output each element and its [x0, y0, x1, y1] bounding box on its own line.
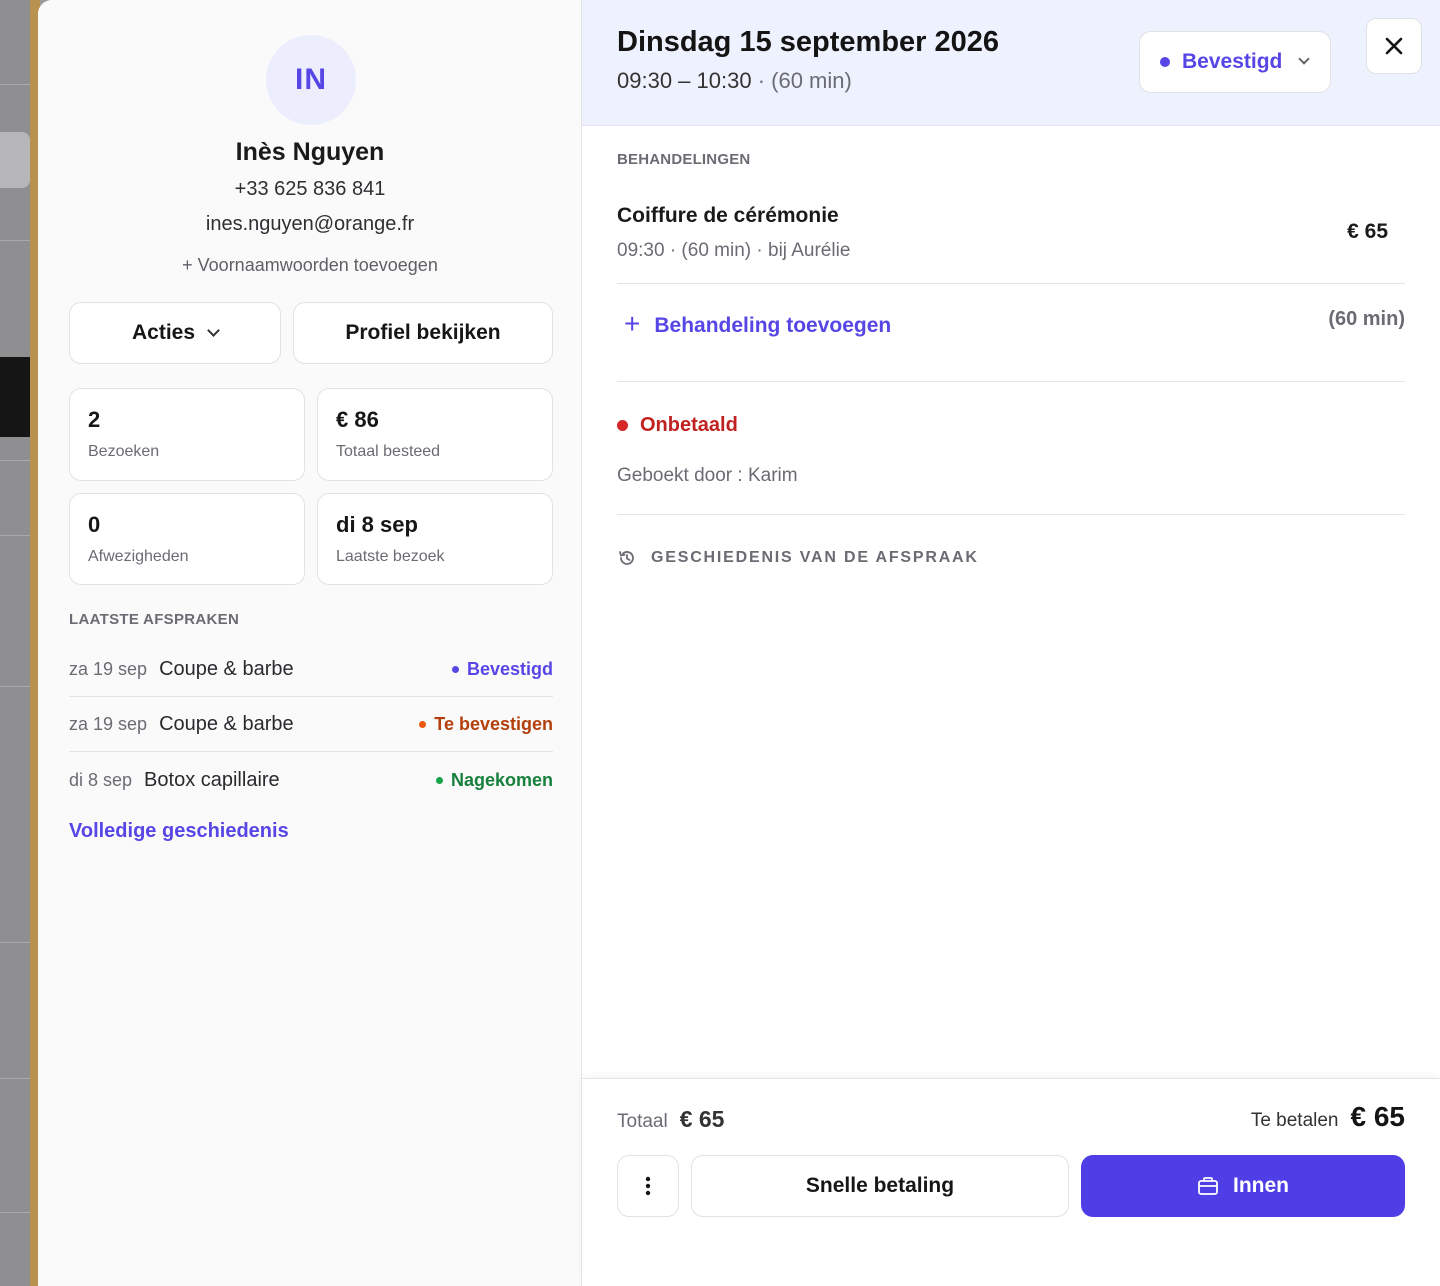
payment-status: Onbetaald — [617, 414, 738, 437]
status-badge: Nagekomen — [435, 769, 553, 791]
quick-payment-button[interactable]: Snelle betaling — [691, 1155, 1069, 1217]
status-dot-icon — [1160, 57, 1170, 67]
client-phone: +33 625 836 841 — [234, 178, 386, 200]
stat-visits: 2 Bezoeken — [69, 388, 305, 481]
recent-appointments-title: LAATSTE AFSPRAKEN — [69, 611, 240, 628]
actions-label: Acties — [131, 321, 196, 344]
total-label: Totaal — [617, 1111, 668, 1132]
appointment-time: 09:30 – 10:30 · (60 min) — [617, 68, 852, 94]
add-treatment-label: Behandeling toevoegen — [654, 313, 892, 337]
treatment-name: Coiffure de cérémonie — [617, 204, 839, 227]
collect-button[interactable]: Innen — [1081, 1155, 1405, 1217]
client-panel: IN Inès Nguyen +33 625 836 841 ines.nguy… — [38, 0, 582, 1286]
appointment-date: za 19 sep — [69, 714, 148, 734]
total: Totaal € 65 — [617, 1106, 724, 1133]
appointment-service: Botox capillaire — [144, 768, 280, 791]
avatar: IN — [266, 35, 356, 125]
view-profile-button[interactable]: Profiel bekijken — [293, 302, 553, 364]
appointment-date-title: Dinsdag 15 september 2026 — [617, 26, 1000, 58]
appointment-drawer: IN Inès Nguyen +33 625 836 841 ines.nguy… — [38, 0, 1440, 1286]
stat-label: Afwezigheden — [88, 548, 189, 565]
appointment-date: za 19 sep — [69, 659, 148, 679]
treatment-meta: 09:30 · (60 min) · bij Aurélie — [617, 240, 851, 261]
status-dropdown-label: Bevestigd — [1182, 50, 1283, 73]
chevron-down-icon — [207, 323, 220, 337]
stat-label: Bezoeken — [88, 443, 160, 460]
background-app — [0, 0, 40, 1286]
treatment-price: € 65 — [1347, 220, 1388, 243]
stat-value: € 86 — [336, 407, 379, 432]
amount-due-value: € 65 — [1350, 1101, 1406, 1132]
quick-payment-label: Snelle betaling — [805, 1174, 955, 1197]
collect-label: Innen — [1233, 1174, 1289, 1197]
payment-status-text: Onbetaald — [640, 414, 738, 436]
time-range: 09:30 – 10:30 — [617, 68, 752, 93]
appointment-service: Coupe & barbe — [159, 658, 294, 680]
treatments-title: BEHANDELINGEN — [617, 151, 751, 168]
appointment-header: Dinsdag 15 september 2026 09:30 – 10:30 … — [582, 0, 1440, 126]
stat-no-shows: 0 Afwezigheden — [69, 493, 305, 585]
close-icon — [1385, 37, 1403, 55]
register-icon — [1198, 1177, 1218, 1195]
list-item[interactable]: za 19 sep Coupe & barbe Bevestigd — [69, 643, 553, 697]
status-text: Nagekomen — [450, 769, 553, 790]
time-duration: · (60 min) — [757, 68, 852, 93]
appointment-service: Coupe & barbe — [159, 713, 294, 735]
close-button[interactable] — [1366, 18, 1422, 74]
amount-due: Te betalen € 65 — [1251, 1101, 1405, 1133]
payment-footer: Totaal € 65 Te betalen € 65 Snelle betal… — [582, 1078, 1440, 1286]
status-badge: Te bevestigen — [419, 714, 553, 735]
add-treatment-duration: (60 min) — [1328, 308, 1405, 330]
list-item[interactable]: di 8 sep Botox capillaire Nagekomen — [69, 753, 553, 807]
more-options-button[interactable] — [617, 1155, 679, 1217]
actions-dropdown-button[interactable]: Acties — [69, 302, 281, 364]
chevron-down-icon — [1298, 53, 1311, 65]
booked-by: Geboekt door : Karim — [617, 465, 798, 486]
stat-total-spent: € 86 Totaal besteed — [317, 388, 553, 481]
client-name: Inès Nguyen — [235, 138, 385, 166]
status-text: Te bevestigen — [434, 714, 553, 734]
list-item[interactable]: za 19 sep Coupe & barbe Te bevestigen — [69, 698, 553, 752]
add-treatment-button[interactable]: + Behandeling toevoegen — [624, 308, 892, 339]
stat-label: Totaal besteed — [336, 443, 441, 460]
total-value: € 65 — [679, 1106, 725, 1132]
status-dot-icon — [419, 721, 427, 728]
status-dot-icon — [451, 666, 459, 673]
view-profile-label: Profiel bekijken — [345, 321, 501, 344]
history-label: GESCHIEDENIS VAN DE AFSPRAAK — [651, 549, 979, 566]
history-icon — [619, 551, 634, 565]
appointment-details: Dinsdag 15 september 2026 09:30 – 10:30 … — [582, 0, 1440, 1286]
status-text: Bevestigd — [466, 659, 553, 679]
add-pronouns-link[interactable]: + Voornaamwoorden toevoegen — [38, 255, 582, 276]
status-dot-icon — [435, 776, 443, 784]
stat-label: Laatste bezoek — [336, 548, 445, 565]
full-history-link[interactable]: Volledige geschiedenis — [69, 820, 289, 843]
more-vertical-icon — [645, 1176, 651, 1196]
status-dot-icon — [617, 420, 628, 431]
stat-last-visit: di 8 sep Laatste bezoek — [317, 493, 553, 585]
appointment-history-toggle[interactable]: GESCHIEDENIS VAN DE AFSPRAAK — [617, 548, 979, 568]
amount-due-label: Te betalen — [1250, 1110, 1339, 1131]
status-badge: Bevestigd — [451, 659, 553, 680]
plus-icon: + — [624, 308, 641, 339]
appointment-date: di 8 sep — [69, 769, 133, 790]
divider — [617, 283, 1405, 284]
divider — [617, 381, 1405, 382]
stat-value: di 8 sep — [336, 512, 418, 537]
divider — [617, 514, 1405, 515]
client-email: ines.nguyen@orange.fr — [205, 213, 415, 235]
stat-value: 2 — [88, 407, 101, 432]
stat-value: 0 — [88, 512, 101, 537]
status-dropdown[interactable]: Bevestigd — [1139, 31, 1331, 93]
